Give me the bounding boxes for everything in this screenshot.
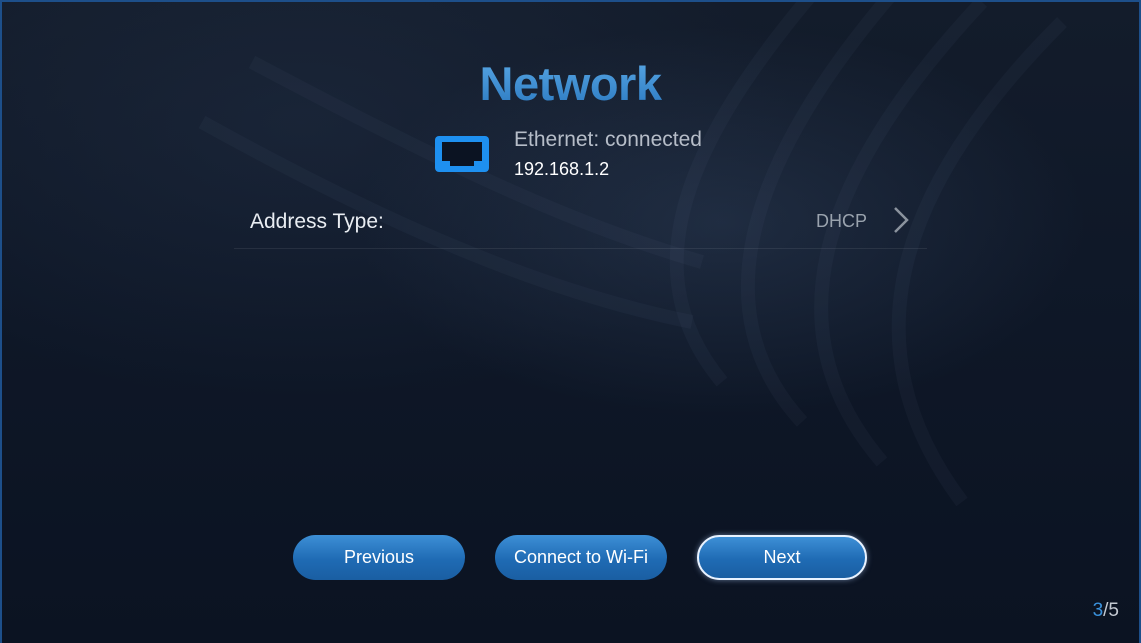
- chevron-right-icon: [894, 207, 909, 233]
- address-type-label: Address Type:: [250, 210, 384, 233]
- previous-button[interactable]: Previous: [293, 535, 465, 580]
- ip-address: 192.168.1.2: [514, 159, 610, 179]
- next-button[interactable]: Next: [697, 535, 867, 580]
- setup-screen: Network Ethernet: connected 192.168.1.2 …: [0, 0, 1141, 643]
- ethernet-port-icon: [435, 136, 489, 172]
- page-total: /5: [1103, 600, 1119, 621]
- ethernet-status: Ethernet: connected: [514, 128, 702, 151]
- connect-wifi-button[interactable]: Connect to Wi-Fi: [495, 535, 667, 580]
- page-title: Network: [2, 56, 1139, 111]
- address-type-row[interactable]: Address Type: DHCP: [234, 198, 927, 249]
- page-current: 3: [1092, 600, 1104, 621]
- page-indicator: 3/5: [1093, 600, 1119, 622]
- address-type-value: DHCP: [815, 211, 867, 231]
